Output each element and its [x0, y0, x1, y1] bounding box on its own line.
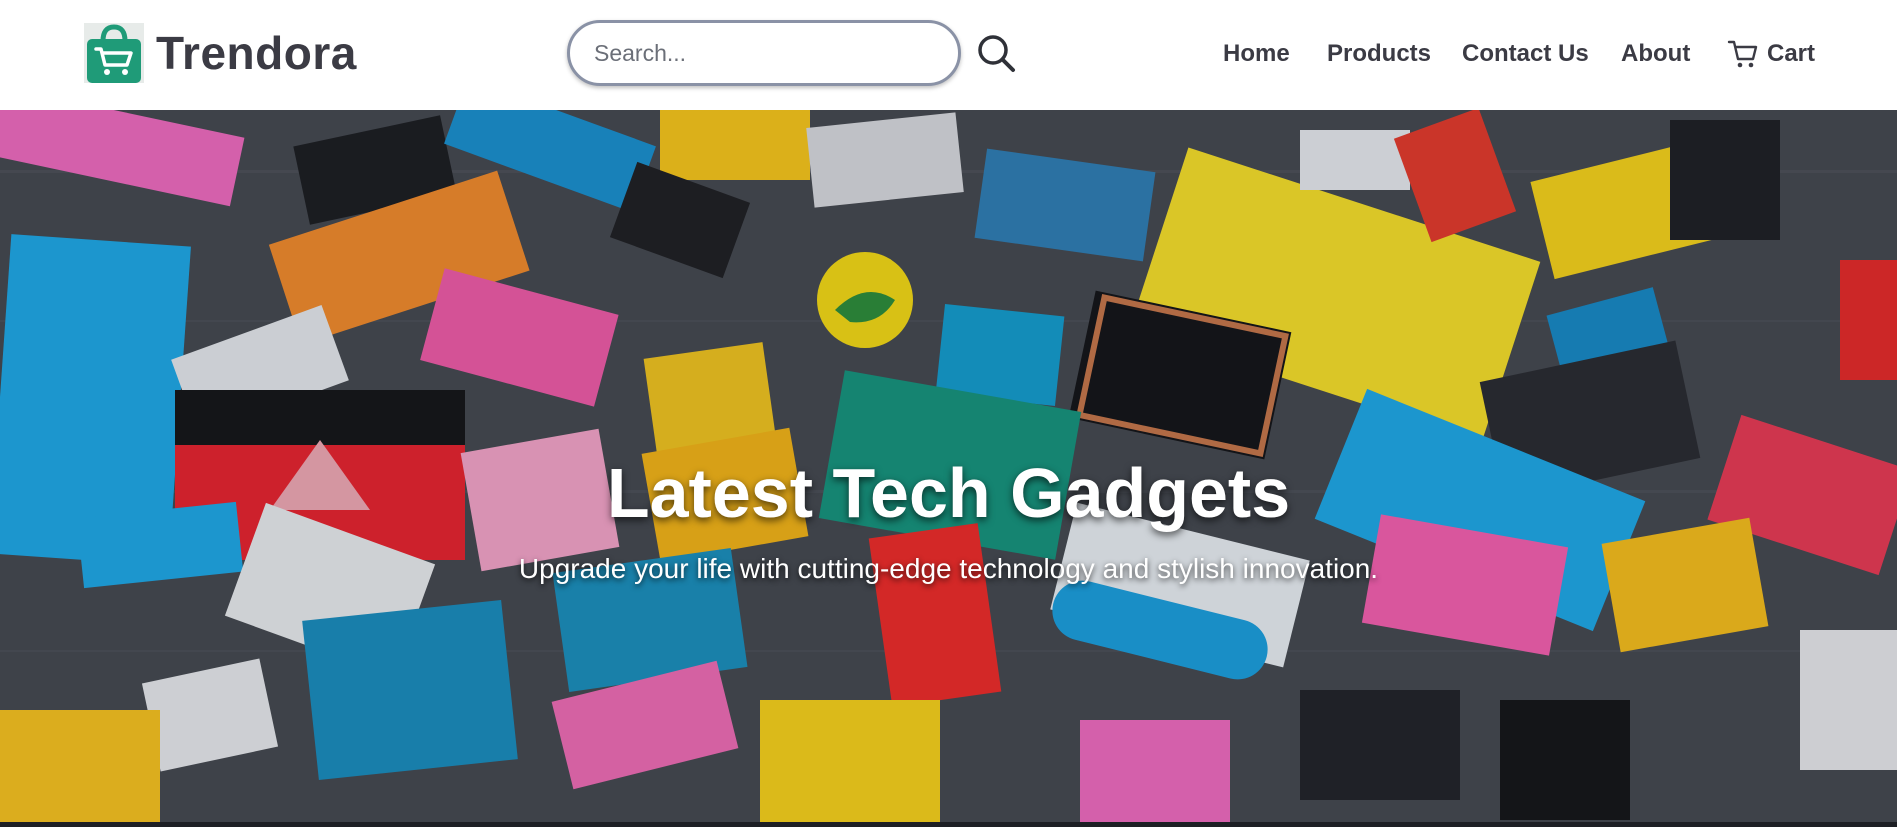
hero-banner: Latest Tech Gadgets Upgrade your life wi…: [0, 110, 1897, 827]
nav-cart-label: Cart: [1767, 40, 1816, 67]
nav-contact-link[interactable]: Contact Us: [1462, 36, 1589, 72]
nav-home-link[interactable]: Home: [1223, 36, 1290, 72]
hero-title: Latest Tech Gadgets: [606, 454, 1291, 532]
main-nav: Home Products Contact Us About Cart: [0, 36, 1897, 72]
nav-cart-link[interactable]: Cart: [1727, 36, 1815, 72]
nav-about-link[interactable]: About: [1621, 36, 1690, 72]
hero-subtitle: Upgrade your life with cutting-edge tech…: [518, 553, 1379, 584]
shopping-cart-icon: [1727, 38, 1759, 70]
bottom-divider: [0, 822, 1897, 827]
site-header: Trendora Home Products Contact Us About …: [0, 0, 1897, 110]
nav-products-link[interactable]: Products: [1327, 36, 1431, 72]
